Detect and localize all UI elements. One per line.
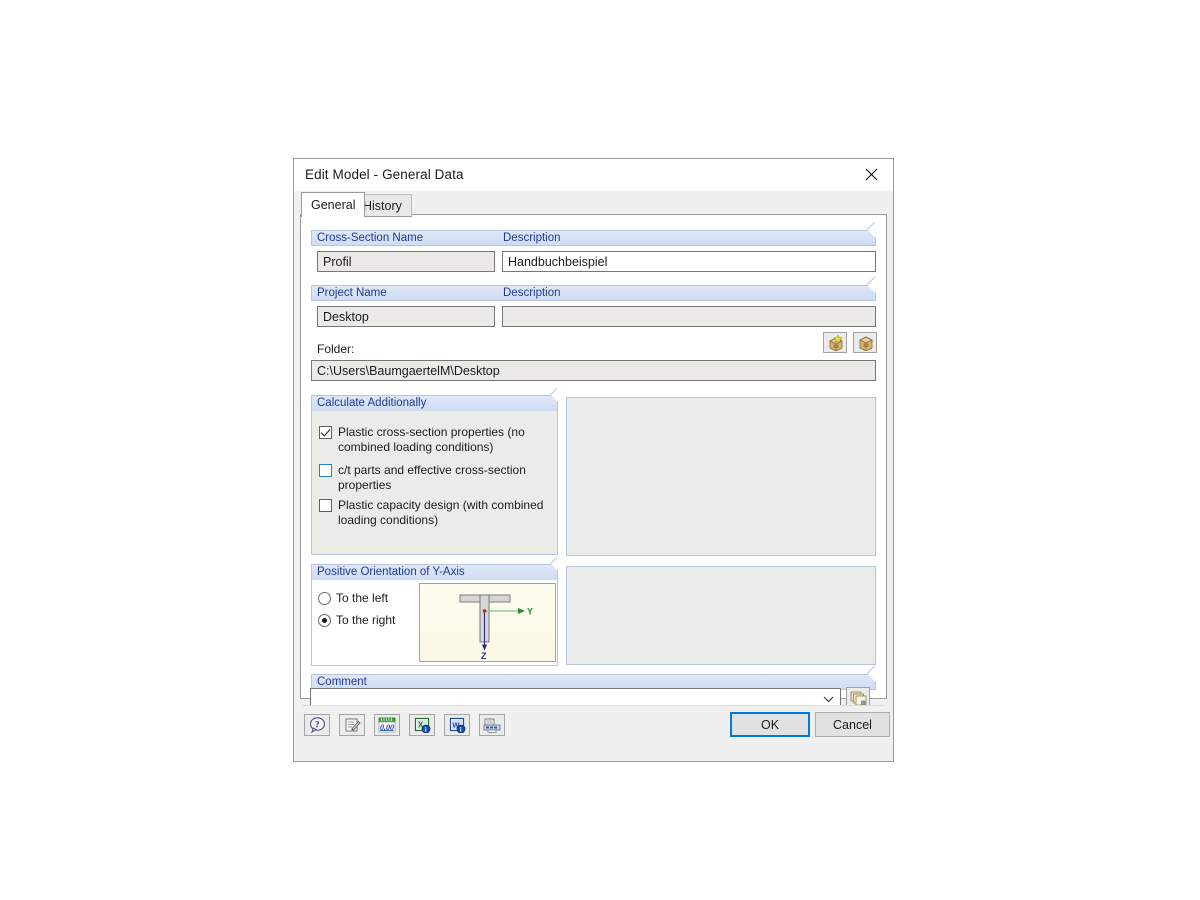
calculate-preview-panel	[566, 397, 876, 556]
tab-history-label: History	[363, 198, 402, 213]
cross-section-header-band: Cross-Section Name Description	[311, 230, 876, 246]
project-description-header: Description	[503, 287, 561, 299]
cancel-button-label: Cancel	[833, 717, 872, 732]
orientation-preview-panel	[566, 566, 876, 665]
y-axis-orientation-group: Positive Orientation of Y-Axis To the le…	[311, 564, 558, 666]
checkbox-ct-parts-effective-properties-label: c/t parts and effective cross-section pr…	[338, 463, 526, 492]
radio-to-the-left[interactable]: To the left	[318, 591, 388, 605]
calculate-additionally-label: Calculate Additionally	[317, 397, 427, 409]
cross-section-name-field[interactable]: Profil	[317, 251, 495, 272]
tab-general[interactable]: General	[301, 192, 366, 217]
checkbox-ct-parts-effective-properties[interactable]: c/t parts and effective cross-section pr…	[319, 463, 553, 492]
project-header-band: Project Name Description	[311, 285, 876, 301]
edit-note-button[interactable]	[339, 714, 365, 736]
project-name-field[interactable]: Desktop	[317, 306, 495, 327]
edit-model-dialog: Edit Model - General Data General Histor…	[293, 158, 894, 762]
word-export-button[interactable]: W i	[444, 714, 470, 736]
y-axis-orientation-body: To the left To the right Z Y	[311, 580, 558, 666]
svg-text:i: i	[424, 726, 426, 733]
radio-to-the-right[interactable]: To the right	[318, 613, 395, 627]
checkbox-plastic-capacity-design-label: Plastic capacity design (with combined l…	[338, 498, 544, 527]
checkbox-plastic-cross-section-properties-box[interactable]	[319, 426, 332, 439]
cross-section-description-field[interactable]: Handbuchbeispiel	[502, 251, 876, 272]
axis-z-label: Z	[481, 651, 487, 661]
close-icon[interactable]	[849, 159, 893, 190]
radio-to-the-right-label: To the right	[336, 613, 396, 627]
checkbox-plastic-capacity-design-box[interactable]	[319, 499, 332, 512]
help-button[interactable]: ?	[304, 714, 330, 736]
cross-section-preview: Z Y	[419, 583, 556, 662]
cross-section-description-header: Description	[503, 232, 561, 244]
cancel-button[interactable]: Cancel	[815, 712, 890, 737]
t-section-axes-diagram: Z Y	[459, 594, 533, 661]
title-bar: Edit Model - General Data	[294, 159, 893, 192]
tab-general-label: General	[311, 198, 356, 212]
printout-report-button[interactable]	[479, 714, 505, 736]
radio-to-the-left-control[interactable]	[318, 591, 331, 605]
radio-to-the-left-label: To the left	[336, 591, 389, 605]
general-tab-panel: Cross-Section Name Description Profil Ha…	[300, 214, 887, 699]
ok-button[interactable]: OK	[730, 712, 810, 737]
checkbox-ct-parts-effective-properties-box[interactable]	[319, 464, 332, 477]
project-description-field[interactable]	[502, 306, 876, 327]
project-name-header: Project Name	[317, 287, 387, 299]
excel-export-button[interactable]: X i	[409, 714, 435, 736]
comment-header-label: Comment	[317, 676, 367, 688]
cross-section-name-header: Cross-Section Name	[317, 232, 424, 244]
calculate-additionally-header: Calculate Additionally	[311, 395, 558, 411]
checkbox-plastic-cross-section-properties[interactable]: Plastic cross-section properties (no com…	[319, 425, 551, 454]
y-axis-orientation-label: Positive Orientation of Y-Axis	[317, 566, 465, 578]
svg-text:i: i	[459, 726, 461, 733]
window-title: Edit Model - General Data	[305, 167, 464, 182]
ok-button-label: OK	[760, 717, 780, 732]
y-axis-orientation-header: Positive Orientation of Y-Axis	[311, 564, 558, 580]
new-project-box-icon[interactable]	[823, 332, 847, 353]
radio-to-the-right-control[interactable]	[318, 613, 331, 627]
open-project-box-icon[interactable]	[853, 332, 877, 353]
dialog-footer: ? 0,00 X i W i OK Cancel	[294, 705, 893, 761]
checkbox-plastic-capacity-design[interactable]: Plastic capacity design (with combined l…	[319, 498, 551, 527]
calculate-additionally-body: Plastic cross-section properties (no com…	[311, 411, 558, 555]
footer-divider	[302, 705, 885, 706]
folder-label: Folder:	[317, 342, 355, 356]
axis-y-label: Y	[527, 607, 533, 617]
units-button[interactable]: 0,00	[374, 714, 400, 736]
checkbox-plastic-cross-section-properties-label: Plastic cross-section properties (no com…	[338, 425, 525, 454]
folder-path-field[interactable]: C:\Users\BaumgaertelM\Desktop	[311, 360, 876, 381]
calculate-additionally-group: Calculate Additionally Plastic cross-sec…	[311, 395, 558, 555]
svg-text:?: ?	[315, 720, 320, 730]
screen-root: Edit Model - General Data General Histor…	[0, 0, 1200, 900]
